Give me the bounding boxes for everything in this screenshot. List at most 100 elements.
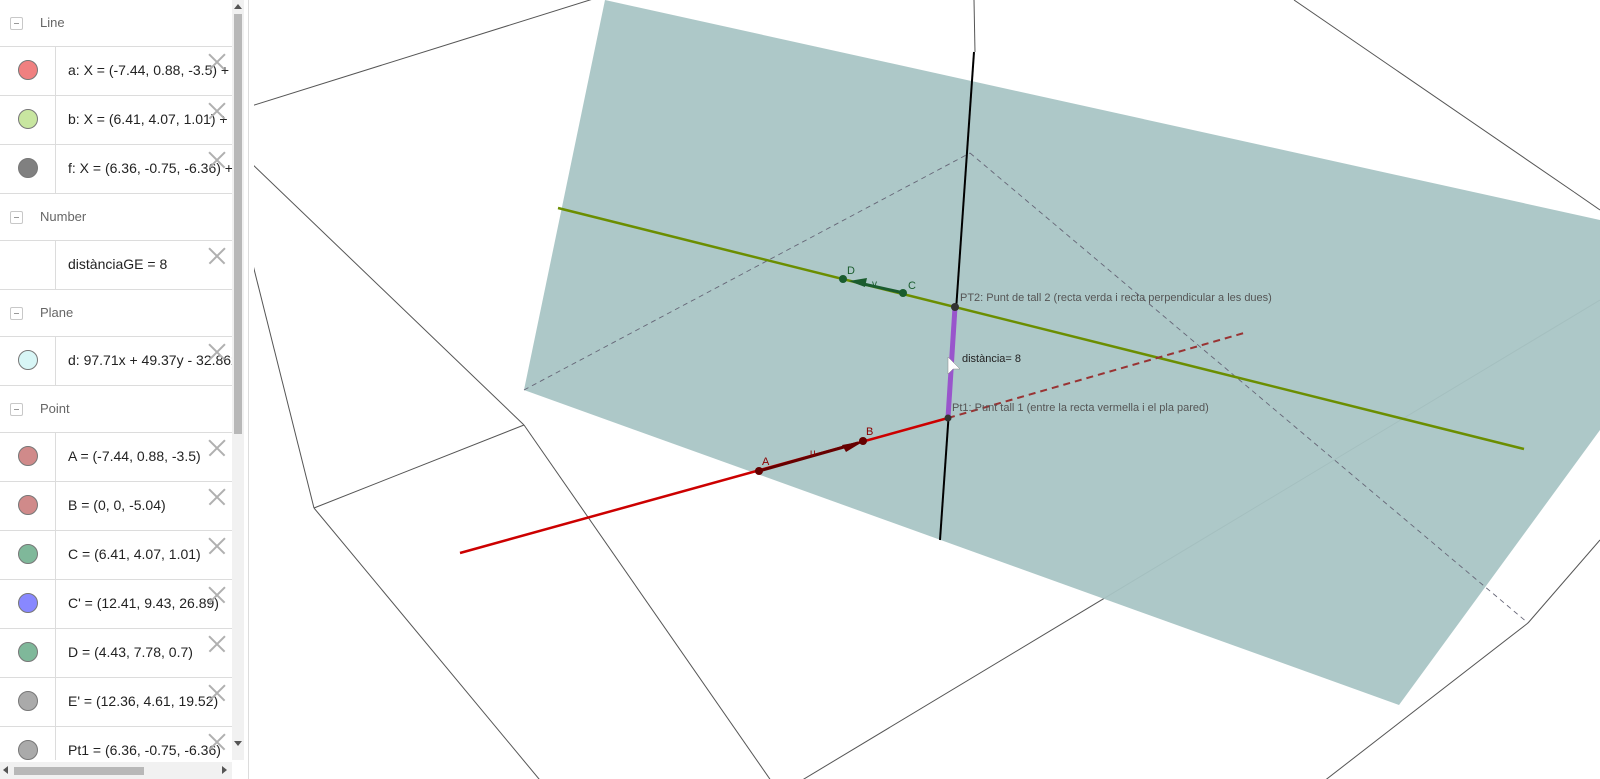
- algebra-vertical-scrollbar[interactable]: [232, 0, 244, 760]
- scroll-down-arrow-icon[interactable]: [234, 741, 242, 746]
- delete-icon[interactable]: [206, 100, 228, 122]
- visibility-cell: [0, 241, 56, 289]
- visibility-cell: [0, 433, 56, 481]
- category-header-point[interactable]: Point: [0, 386, 232, 433]
- collapse-minus-icon[interactable]: [10, 17, 23, 30]
- algebra-item-text[interactable]: D = (4.43, 7.78, 0.7): [68, 644, 193, 660]
- visibility-toggle-icon[interactable]: [18, 350, 38, 370]
- delete-icon[interactable]: [206, 682, 228, 704]
- visibility-toggle-icon[interactable]: [18, 740, 38, 760]
- visibility-cell: [0, 145, 56, 193]
- box-edge: [254, 0, 592, 106]
- point-C[interactable]: [899, 289, 907, 297]
- scroll-right-arrow-icon[interactable]: [222, 766, 227, 774]
- visibility-cell: [0, 531, 56, 579]
- algebra-item[interactable]: b: X = (6.41, 4.07, 1.01) +: [0, 96, 232, 145]
- visibility-toggle-icon[interactable]: [18, 593, 38, 613]
- category-header-number[interactable]: Number: [0, 194, 232, 241]
- scroll-up-arrow-icon[interactable]: [234, 4, 242, 9]
- label-A: A: [762, 456, 770, 468]
- box-edge: [973, 0, 976, 53]
- collapse-minus-icon[interactable]: [10, 307, 23, 320]
- horizontal-scroll-thumb[interactable]: [14, 767, 144, 775]
- graphics-3d-canvas[interactable]: A B u C D v PT2: Punt de tall 2 (recta v…: [254, 0, 1600, 779]
- algebra-item[interactable]: D = (4.43, 7.78, 0.7): [0, 629, 232, 678]
- algebra-item-text[interactable]: C' = (12.41, 9.43, 26.89): [68, 595, 219, 611]
- delete-icon[interactable]: [206, 535, 228, 557]
- delete-icon[interactable]: [206, 584, 228, 606]
- algebra-item[interactable]: f: X = (6.36, -0.75, -6.36) +: [0, 145, 232, 194]
- algebra-item[interactable]: C' = (12.41, 9.43, 26.89): [0, 580, 232, 629]
- point-A[interactable]: [755, 467, 763, 475]
- delete-icon[interactable]: [206, 486, 228, 508]
- label-PT2: PT2: Punt de tall 2 (recta verda i recta…: [960, 292, 1272, 304]
- category-label: Line: [40, 15, 65, 30]
- algebra-item-text[interactable]: distànciaGE = 8: [68, 256, 167, 272]
- point-PT2[interactable]: [951, 303, 959, 311]
- algebra-item-text[interactable]: b: X = (6.41, 4.07, 1.01) +: [68, 111, 228, 127]
- visibility-toggle-icon[interactable]: [18, 642, 38, 662]
- algebra-item[interactable]: Pt1 = (6.36, -0.75, -6.36): [0, 727, 232, 760]
- delete-icon[interactable]: [206, 149, 228, 171]
- category-label: Number: [40, 209, 87, 224]
- box-edge: [313, 507, 540, 779]
- algebra-horizontal-scrollbar[interactable]: [0, 762, 232, 779]
- delete-icon[interactable]: [206, 341, 228, 363]
- algebra-item-text[interactable]: Pt1 = (6.36, -0.75, -6.36): [68, 742, 221, 758]
- visibility-cell: [0, 482, 56, 530]
- algebra-item-text[interactable]: B = (0, 0, -5.04): [68, 497, 166, 513]
- algebra-item[interactable]: a: X = (-7.44, 0.88, -3.5) +: [0, 47, 232, 96]
- category-header-plane[interactable]: Plane: [0, 290, 232, 337]
- label-B: B: [866, 426, 873, 438]
- visibility-cell: [0, 47, 56, 95]
- category-header-line[interactable]: Line: [0, 0, 232, 47]
- delete-icon[interactable]: [206, 633, 228, 655]
- collapse-minus-icon[interactable]: [10, 211, 23, 224]
- point-B[interactable]: [859, 437, 867, 445]
- algebra-list: Line a: X = (-7.44, 0.88, -3.5) + b: X = …: [0, 0, 232, 760]
- visibility-toggle-icon[interactable]: [18, 544, 38, 564]
- algebra-item[interactable]: C = (6.41, 4.07, 1.01): [0, 531, 232, 580]
- graphics-3d-view[interactable]: A B u C D v PT2: Punt de tall 2 (recta v…: [254, 0, 1600, 779]
- label-Pt1: Pt1: Punt tall 1 (entre la recta vermell…: [952, 402, 1209, 414]
- visibility-cell: [0, 580, 56, 628]
- delete-icon[interactable]: [206, 437, 228, 459]
- visibility-cell: [0, 337, 56, 385]
- visibility-cell: [0, 727, 56, 760]
- point-D[interactable]: [839, 275, 847, 283]
- box-edge: [313, 424, 525, 509]
- box-edge: [1527, 539, 1600, 624]
- algebra-item[interactable]: distànciaGE = 8: [0, 241, 232, 290]
- algebra-item-text[interactable]: E' = (12.36, 4.61, 19.52): [68, 693, 218, 709]
- algebra-item[interactable]: A = (-7.44, 0.88, -3.5): [0, 433, 232, 482]
- algebra-item[interactable]: d: 97.71x + 49.37y - 32.86z: [0, 337, 232, 386]
- algebra-item-text[interactable]: a: X = (-7.44, 0.88, -3.5) +: [68, 62, 229, 78]
- delete-icon[interactable]: [206, 51, 228, 73]
- delete-icon[interactable]: [206, 731, 228, 753]
- visibility-cell: [0, 96, 56, 144]
- visibility-toggle-icon[interactable]: [18, 691, 38, 711]
- point-Pt1[interactable]: [944, 414, 952, 422]
- algebra-item-text[interactable]: A = (-7.44, 0.88, -3.5): [68, 448, 201, 464]
- collapse-minus-icon[interactable]: [10, 403, 23, 416]
- visibility-toggle-icon[interactable]: [18, 446, 38, 466]
- algebra-item[interactable]: B = (0, 0, -5.04): [0, 482, 232, 531]
- label-D: D: [847, 265, 855, 277]
- algebra-item[interactable]: E' = (12.36, 4.61, 19.52): [0, 678, 232, 727]
- visibility-toggle-icon[interactable]: [18, 60, 38, 80]
- algebra-item-text[interactable]: C = (6.41, 4.07, 1.01): [68, 546, 201, 562]
- visibility-toggle-icon[interactable]: [18, 495, 38, 515]
- delete-icon[interactable]: [206, 245, 228, 267]
- vertical-scroll-thumb[interactable]: [234, 14, 242, 434]
- scroll-left-arrow-icon[interactable]: [3, 766, 8, 774]
- category-label: Plane: [40, 305, 74, 320]
- label-v: v: [872, 279, 877, 290]
- category-label: Point: [40, 401, 70, 416]
- label-distance: distància= 8: [962, 353, 1021, 365]
- plane-d[interactable]: [524, 0, 1600, 705]
- algebra-panel: Line a: X = (-7.44, 0.88, -3.5) + b: X = …: [0, 0, 232, 779]
- box-edge: [254, 165, 525, 426]
- visibility-toggle-icon[interactable]: [18, 109, 38, 129]
- visibility-toggle-icon[interactable]: [18, 158, 38, 178]
- visibility-cell: [0, 629, 56, 677]
